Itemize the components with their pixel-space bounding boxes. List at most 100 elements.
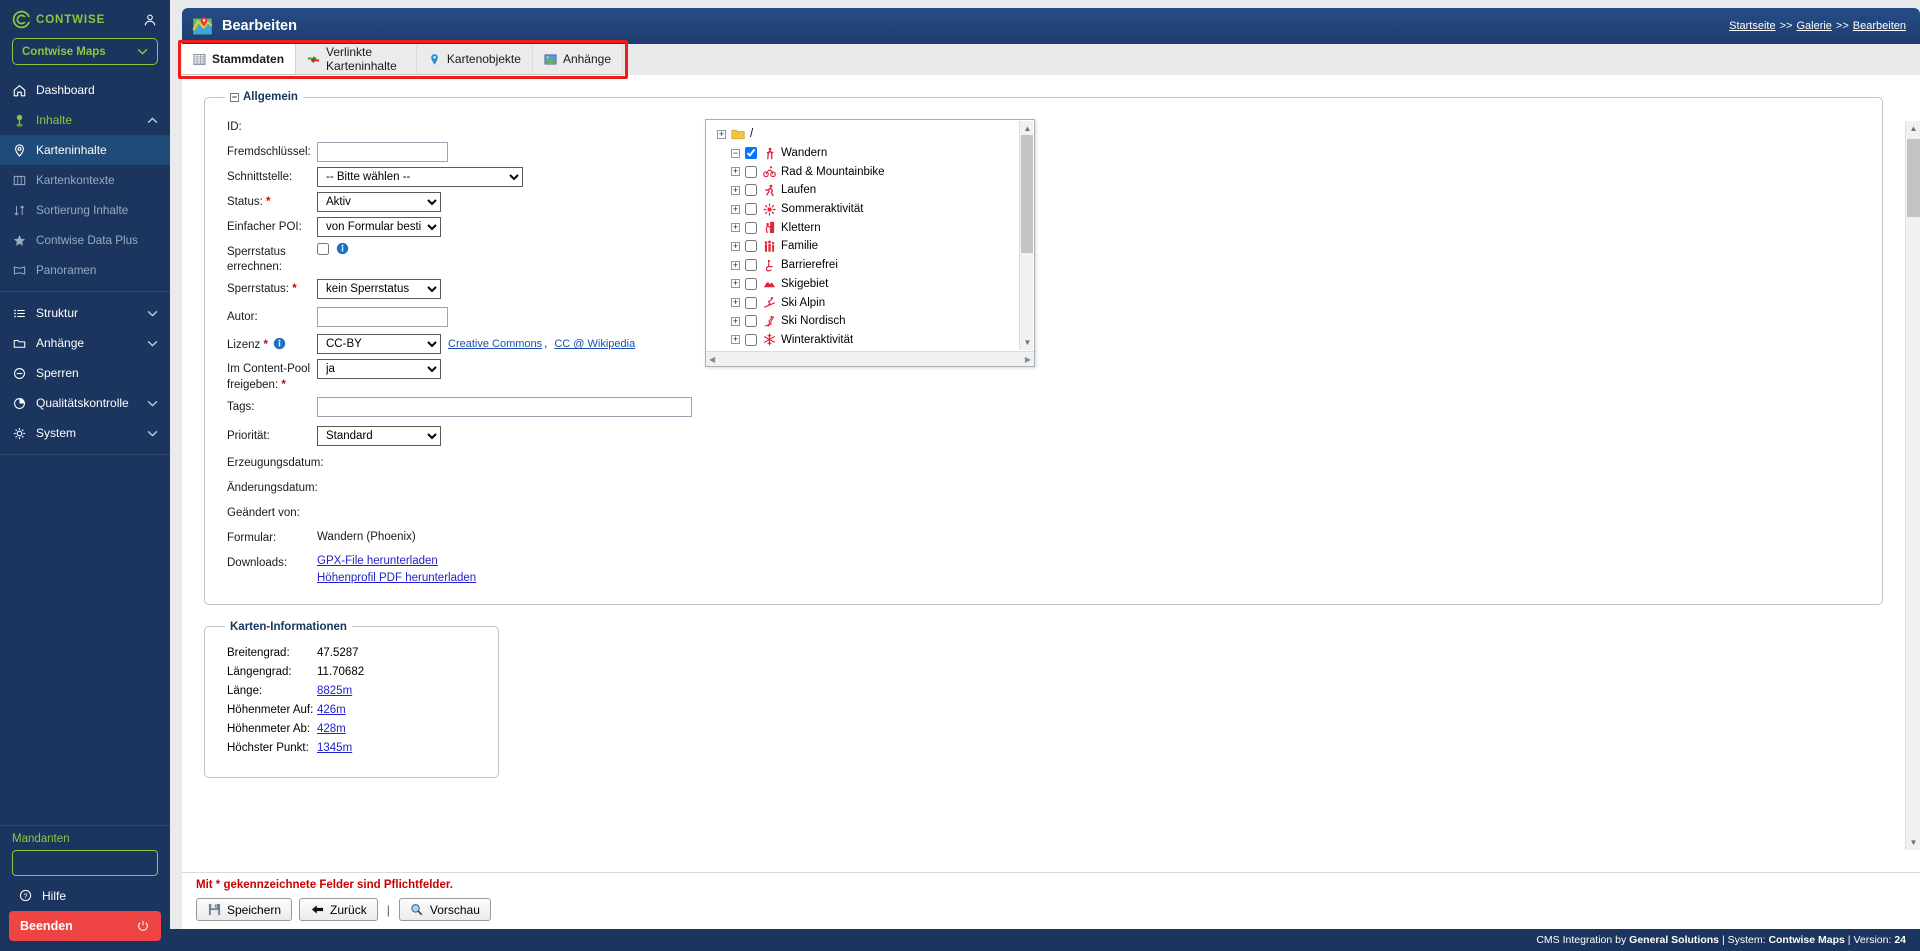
tree-row-familie[interactable]: + Familie xyxy=(712,237,1034,256)
back-button[interactable]: Zurück xyxy=(299,898,378,921)
tree-checkbox[interactable] xyxy=(745,240,757,253)
sidebar-item-karteninhalte[interactable]: Karteninhalte xyxy=(0,135,170,165)
schnittstelle-select[interactable]: -- Bitte wählen -- xyxy=(317,167,523,187)
sperrstatus-select[interactable]: kein Sperrstatus xyxy=(317,279,441,300)
map-info-value-link[interactable]: 426m xyxy=(317,704,346,723)
autor-input[interactable] xyxy=(317,307,448,328)
tree-checkbox[interactable] xyxy=(745,221,757,234)
tree-expander-icon[interactable]: + xyxy=(731,223,740,233)
prioritaet-select[interactable]: Standard xyxy=(317,425,441,446)
user-account-icon[interactable] xyxy=(142,12,158,28)
panorama-icon xyxy=(12,263,27,278)
tree-row-barrierefrei[interactable]: + Barrierefrei xyxy=(712,256,1034,275)
save-button[interactable]: Speichern xyxy=(196,898,293,921)
scroll-up-arrow-icon[interactable]: ▲ xyxy=(1020,121,1035,136)
tree-checkbox[interactable] xyxy=(745,147,757,160)
tree-expander-icon[interactable]: + xyxy=(731,167,740,177)
scroll-down-arrow-icon[interactable]: ▼ xyxy=(1020,335,1035,350)
scroll-right-arrow-icon[interactable]: ▶ xyxy=(1025,355,1031,364)
breadcrumb-item-bearbeiten[interactable]: Bearbeiten xyxy=(1853,20,1906,32)
sidebar-item-panoramen[interactable]: Panoramen xyxy=(0,255,170,285)
tree-expander-icon[interactable]: + xyxy=(731,335,740,345)
tree-row-skigebiet[interactable]: + Skigebiet xyxy=(712,275,1034,294)
map-info-value-link[interactable]: 1345m xyxy=(317,742,352,761)
tree-expander-icon[interactable]: + xyxy=(731,241,740,251)
tree-expander-icon[interactable]: + xyxy=(717,129,726,139)
collapse-toggle-icon[interactable]: − xyxy=(230,92,239,102)
lizenz-select[interactable]: CC-BY xyxy=(317,334,441,355)
download-hoehenprofil-link[interactable]: Höhenprofil PDF herunterladen xyxy=(317,572,476,584)
fremdschluessel-input[interactable] xyxy=(317,142,448,162)
tree-expander-icon[interactable]: + xyxy=(731,260,740,270)
tree-checkbox[interactable] xyxy=(745,165,757,178)
tree-row-rad-mountainbike[interactable]: + Rad & Mountainbike xyxy=(712,162,1034,181)
map-info-label: Höhenmeter Ab: xyxy=(227,722,311,735)
breadcrumb-item-startseite[interactable]: Startseite xyxy=(1729,20,1775,32)
scroll-left-arrow-icon[interactable]: ◀ xyxy=(709,355,715,364)
tree-row-winteraktivitaet[interactable]: + Winteraktivität xyxy=(712,331,1034,350)
tree-checkbox[interactable] xyxy=(745,184,757,197)
brand-logo[interactable]: CONTWISE xyxy=(12,10,105,29)
sidebar-item-inhalte[interactable]: Inhalte xyxy=(0,105,170,135)
info-icon[interactable] xyxy=(336,242,349,255)
map-info-value-link[interactable]: 428m xyxy=(317,723,346,742)
sidebar-item-struktur[interactable]: Struktur xyxy=(0,298,170,328)
tab-stammdaten[interactable]: Stammdaten xyxy=(182,44,297,74)
page-scroll-thumb[interactable] xyxy=(1907,139,1920,217)
tree-checkbox[interactable] xyxy=(745,259,757,272)
mandanten-input[interactable] xyxy=(12,850,158,876)
download-gpx-link[interactable]: GPX-File herunterladen xyxy=(317,555,438,567)
tree-row-wandern[interactable]: − Wandern xyxy=(712,144,1034,163)
tab-kartenobjekte[interactable]: Kartenobjekte xyxy=(416,44,533,74)
map-info-value-link[interactable]: 8825m xyxy=(317,685,352,704)
tree-expander-icon[interactable]: − xyxy=(731,148,740,158)
scroll-up-arrow-icon[interactable]: ▲ xyxy=(1906,121,1920,136)
sidebar-item-sortierung-inhalte[interactable]: Sortierung Inhalte xyxy=(0,195,170,225)
tab-verlinkte-karteninhalte[interactable]: Verlinkte Karteninhalte xyxy=(296,44,417,74)
help-link[interactable]: ? Hilfe xyxy=(0,876,170,911)
breadcrumb-item-galerie[interactable]: Galerie xyxy=(1796,20,1831,32)
einfacher-poi-select[interactable]: von Formular bestimmt xyxy=(317,217,441,237)
tree-checkbox[interactable] xyxy=(745,296,757,309)
tree-expander-icon[interactable]: + xyxy=(731,316,740,326)
sidebar-item-system[interactable]: System xyxy=(0,418,170,448)
tree-row-ausflugsziel[interactable]: + Ausflugsziel xyxy=(712,349,1034,351)
sidebar-item-sperren[interactable]: Sperren xyxy=(0,358,170,388)
tree-checkbox[interactable] xyxy=(745,277,757,290)
tree-expander-icon[interactable]: + xyxy=(731,204,740,214)
tab-label: Kartenobjekte xyxy=(446,52,521,66)
sidebar-item-dashboard[interactable]: Dashboard xyxy=(0,75,170,105)
tab-anhaenge[interactable]: Anhänge xyxy=(532,44,623,74)
creative-commons-link[interactable]: Creative Commons xyxy=(448,338,542,350)
tree-row-klettern[interactable]: + Klettern xyxy=(712,218,1034,237)
preview-button[interactable]: Vorschau xyxy=(398,898,491,921)
tree-checkbox[interactable] xyxy=(745,333,757,346)
tree-row-ski-nordisch[interactable]: + Ski Nordisch xyxy=(712,312,1034,331)
tenant-selector[interactable]: Contwise Maps xyxy=(12,38,158,65)
tree-expander-icon[interactable]: + xyxy=(731,298,740,308)
info-icon[interactable] xyxy=(273,337,286,350)
exit-button[interactable]: Beenden xyxy=(9,911,161,941)
scroll-down-arrow-icon[interactable]: ▼ xyxy=(1906,835,1920,850)
sidebar-item-qualitaetskontrolle[interactable]: Qualitätskontrolle xyxy=(0,388,170,418)
status-select[interactable]: Aktiv xyxy=(317,192,441,212)
tree-scroll-thumb[interactable] xyxy=(1021,135,1033,253)
cc-wikipedia-link[interactable]: CC @ Wikipedia xyxy=(554,338,635,350)
sperrstatus-errechnen-checkbox[interactable] xyxy=(317,242,329,255)
page-vertical-scrollbar[interactable]: ▲ ▼ xyxy=(1905,121,1920,850)
tree-checkbox[interactable] xyxy=(745,315,757,328)
tree-expander-icon[interactable]: + xyxy=(731,185,740,195)
tree-checkbox[interactable] xyxy=(745,203,757,216)
sidebar-item-contwise-data-plus[interactable]: Contwise Data Plus xyxy=(0,225,170,255)
tree-vertical-scrollbar[interactable]: ▲ ▼ xyxy=(1019,121,1033,350)
tree-expander-icon[interactable]: + xyxy=(731,279,740,289)
content-pool-select[interactable]: ja xyxy=(317,359,441,380)
tree-row-root[interactable]: + / xyxy=(712,125,1034,144)
tags-input[interactable] xyxy=(317,396,692,417)
tree-row-laufen[interactable]: + Laufen xyxy=(712,181,1034,200)
sidebar-item-kartenkontexte[interactable]: Kartenkontexte xyxy=(0,165,170,195)
sidebar-item-anhaenge[interactable]: Anhänge xyxy=(0,328,170,358)
tree-horizontal-scrollbar[interactable]: ◀ ▶ xyxy=(706,351,1034,366)
tree-row-sommeraktivitaet[interactable]: + Sommeraktivität xyxy=(712,200,1034,219)
tree-row-ski-alpin[interactable]: + Ski Alpin xyxy=(712,293,1034,312)
